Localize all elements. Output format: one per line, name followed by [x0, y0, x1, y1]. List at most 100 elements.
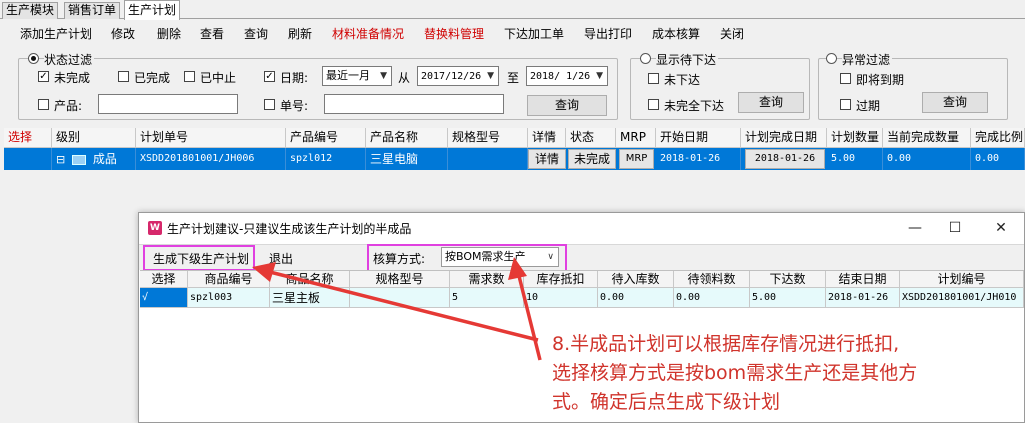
col-header[interactable]: 规格型号: [350, 271, 450, 288]
export-print-button[interactable]: 导出打印: [584, 25, 632, 42]
tab-production-plan[interactable]: 生产计划: [124, 0, 181, 20]
col-header[interactable]: 产品名称: [366, 128, 448, 148]
col-header[interactable]: MRP: [616, 128, 656, 148]
main-toolbar: 添加生产计划 修改 删除 查看 查询 刷新 材料准备情况 替换料管理 下达加工单…: [0, 20, 1025, 44]
col-header[interactable]: 计划编号: [900, 271, 1024, 288]
material-status-button[interactable]: 材料准备情况: [332, 25, 404, 42]
date-checkbox[interactable]: ✓: [264, 71, 275, 82]
overdue-checkbox[interactable]: [840, 99, 851, 110]
col-header[interactable]: 规格型号: [448, 128, 528, 148]
close-icon[interactable]: ✕: [986, 217, 1016, 239]
chevron-down-icon: ∨: [547, 252, 554, 262]
not-issued-checkbox[interactable]: [648, 73, 659, 84]
query-button[interactable]: 查询: [244, 25, 268, 42]
date-from-picker[interactable]: 2017/12/26 ▼: [417, 66, 499, 86]
col-header[interactable]: 当前完成数量: [883, 128, 971, 148]
calc-method-label: 核算方式:: [373, 252, 426, 266]
calc-method-value: 按BOM需求生产: [445, 250, 526, 263]
exception-query-button[interactable]: 查询: [922, 92, 988, 113]
date-range-select[interactable]: 最近一月 ▼: [322, 66, 392, 86]
order-no-input[interactable]: [324, 94, 504, 114]
done-ratio-cell: 0.00: [971, 148, 1025, 170]
col-header[interactable]: 级别: [52, 128, 136, 148]
col-header[interactable]: 状态: [566, 128, 616, 148]
completed-label: 已完成: [134, 71, 171, 85]
col-header[interactable]: 商品编号: [188, 271, 270, 288]
date-to-picker[interactable]: 2018/ 1/26 ▼: [526, 66, 608, 86]
dialog-toolbar: 生成下级生产计划 退出 核算方式: 按BOM需求生产 ∨: [139, 244, 1024, 272]
chevron-down-icon: ▼: [380, 71, 387, 81]
spec-cell: [350, 288, 450, 308]
completed-checkbox[interactable]: [118, 71, 129, 82]
due-soon-checkbox[interactable]: [840, 73, 851, 84]
col-header[interactable]: 结束日期: [826, 271, 900, 288]
delete-button[interactable]: 删除: [157, 25, 181, 42]
pending-filter-radio[interactable]: [640, 53, 651, 64]
col-header[interactable]: 产品编号: [286, 128, 366, 148]
order-no-checkbox[interactable]: [264, 99, 275, 110]
minimize-icon[interactable]: —: [900, 217, 930, 239]
product-checkbox[interactable]: [38, 99, 49, 110]
status-filter-radio[interactable]: [28, 53, 39, 64]
detail-button[interactable]: 详情: [528, 149, 566, 169]
end-date-cell[interactable]: 2018-01-26: [826, 288, 900, 308]
col-header[interactable]: 选择: [140, 271, 188, 288]
add-plan-button[interactable]: 添加生产计划: [20, 25, 92, 42]
maximize-icon[interactable]: ☐: [940, 217, 970, 239]
pending-filter-title: 显示待下达: [656, 51, 719, 68]
status-query-button[interactable]: 查询: [527, 95, 607, 116]
col-header[interactable]: 商品名称: [270, 271, 350, 288]
col-header[interactable]: 计划单号: [136, 128, 286, 148]
calc-method-select[interactable]: 按BOM需求生产 ∨: [441, 247, 559, 267]
generate-subplan-button[interactable]: 生成下级生产计划: [153, 250, 249, 267]
select-cell[interactable]: [4, 148, 52, 170]
product-input[interactable]: [98, 94, 238, 114]
plan-grid: 选择 级别 计划单号 产品编号 产品名称 规格型号 详情 状态 MRP 开始日期…: [4, 128, 1025, 172]
demand-cell[interactable]: 5: [450, 288, 524, 308]
chevron-down-icon: ▼: [596, 71, 603, 81]
exception-filter-radio[interactable]: [826, 53, 837, 64]
edit-button[interactable]: 修改: [111, 25, 135, 42]
collapse-icon[interactable]: ⊟: [56, 153, 65, 166]
row-select-checkmark[interactable]: √: [140, 288, 188, 308]
table-row[interactable]: ⊟ 成品 XSDD201801001/JH006 spzl012 三星电脑 详情…: [4, 148, 1025, 170]
mrp-button[interactable]: MRP: [619, 149, 654, 169]
col-header[interactable]: 选择: [4, 128, 52, 148]
col-header[interactable]: 计划完成日期: [741, 128, 827, 148]
tab-sales-order[interactable]: 销售订单: [64, 2, 121, 19]
cost-accounting-button[interactable]: 成本核算: [652, 25, 700, 42]
col-header[interactable]: 计划数量: [827, 128, 883, 148]
exit-button[interactable]: 退出: [269, 250, 293, 267]
module-tab-bar: 生产模块 销售订单 生产计划: [0, 0, 1025, 20]
issue-qty-cell[interactable]: 5.00: [750, 288, 826, 308]
view-button[interactable]: 查看: [200, 25, 224, 42]
refresh-button[interactable]: 刷新: [288, 25, 312, 42]
plan-finish-date-cell[interactable]: 2018-01-26: [745, 149, 825, 169]
col-header[interactable]: 详情: [528, 128, 566, 148]
tab-production-module[interactable]: 生产模块: [2, 2, 59, 19]
annotation-line: 选择核算方式是按bom需求生产还是其他方: [552, 362, 918, 384]
pending-pick-cell: 0.00: [674, 288, 750, 308]
stopped-checkbox[interactable]: [184, 71, 195, 82]
col-header[interactable]: 需求数: [450, 271, 524, 288]
col-header[interactable]: 待入库数: [598, 271, 674, 288]
substitute-material-button[interactable]: 替换料管理: [424, 25, 484, 42]
date-label: 日期:: [280, 71, 309, 85]
col-header[interactable]: 下达数: [750, 271, 826, 288]
col-header[interactable]: 开始日期: [656, 128, 741, 148]
issue-work-order-button[interactable]: 下达加工单: [504, 25, 564, 42]
col-header[interactable]: 待领料数: [674, 271, 750, 288]
status-button[interactable]: 未完成: [568, 149, 616, 169]
name-cell: 三星主板: [270, 288, 350, 308]
col-header[interactable]: 完成比例: [971, 128, 1025, 148]
annotation-note: 8.半成品计划可以根据库存情况进行抵扣, 选择核算方式是按bom需求生产还是其他…: [552, 330, 1022, 417]
partially-issued-checkbox[interactable]: [648, 99, 659, 110]
close-button[interactable]: 关闭: [720, 25, 744, 42]
col-header[interactable]: 库存抵扣: [524, 271, 598, 288]
to-label: 至: [507, 71, 520, 85]
due-soon-label: 即将到期: [856, 73, 905, 87]
overdue-label: 过期: [856, 99, 881, 113]
pending-query-button[interactable]: 查询: [738, 92, 804, 113]
stock-deduct-cell[interactable]: 10: [524, 288, 598, 308]
uncompleted-checkbox[interactable]: ✓: [38, 71, 49, 82]
